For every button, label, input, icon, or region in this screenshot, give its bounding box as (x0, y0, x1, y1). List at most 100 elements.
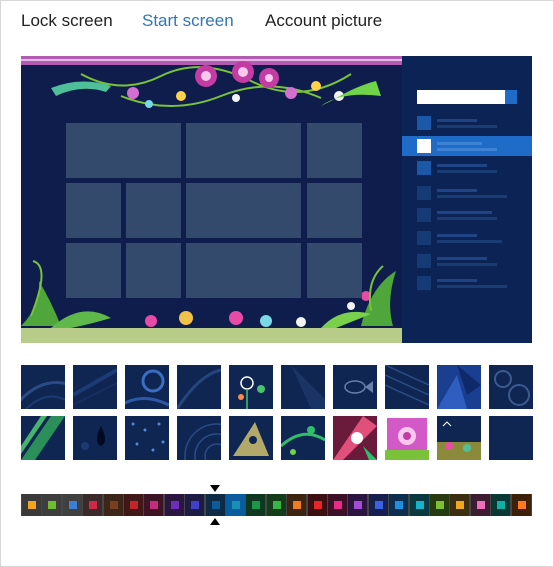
color-swatch[interactable] (83, 494, 103, 516)
color-swatch[interactable] (22, 494, 41, 516)
pattern-thumb-vines-green[interactable] (281, 416, 325, 460)
color-swatch[interactable] (348, 494, 368, 516)
color-swatch[interactable] (287, 494, 307, 516)
color-swatch-dot (109, 501, 118, 509)
color-swatch[interactable] (144, 494, 164, 516)
pattern-thumb-stripes-green[interactable] (21, 416, 65, 460)
color-swatch-dot (395, 501, 404, 509)
color-swatch[interactable] (226, 494, 245, 516)
preview-tile (126, 183, 181, 238)
tab-lock-screen[interactable]: Lock screen (21, 11, 113, 31)
color-selector-top-marker (210, 485, 220, 492)
pattern-thumb-flower-magenta[interactable] (385, 416, 429, 460)
color-swatch-dot (48, 501, 57, 509)
color-swatch[interactable] (491, 494, 511, 516)
color-swatch-dot (68, 501, 77, 509)
preview-tile (307, 123, 362, 178)
preview-list-item (417, 231, 517, 245)
preview-list-item (417, 161, 517, 175)
color-swatch[interactable] (307, 494, 327, 516)
pattern-thumb-gears-dark[interactable] (489, 365, 533, 409)
preview-list-item (417, 116, 517, 130)
pattern-thumb-lines-dark[interactable] (385, 365, 429, 409)
color-swatch-dot (170, 501, 179, 509)
pattern-thumb-swirl-blue[interactable] (125, 365, 169, 409)
preview-search-icon (505, 90, 517, 104)
color-swatch-dot (476, 501, 485, 509)
pattern-thumb-dinos-olive[interactable] (437, 416, 481, 460)
color-swatch[interactable] (368, 494, 388, 516)
color-swatch-dot (517, 501, 526, 509)
preview-tile (307, 243, 362, 298)
pattern-thumb-drops-dark[interactable] (73, 416, 117, 460)
color-swatch-dot (28, 501, 36, 509)
pattern-thumb-flower-pink[interactable] (333, 416, 377, 460)
preview-bottom-band (21, 328, 402, 343)
color-swatch-dot (334, 501, 342, 509)
preview-tile (186, 123, 301, 178)
color-swatch-dot (272, 501, 281, 509)
preview-tile (66, 123, 181, 178)
color-swatch[interactable] (470, 494, 490, 516)
preview-tile (126, 243, 181, 298)
pattern-thumb-plain-dark[interactable] (489, 416, 533, 460)
pattern-thumb-dots-dark[interactable] (125, 416, 169, 460)
preview-search-pane (402, 56, 532, 343)
color-swatch[interactable] (246, 494, 266, 516)
color-swatch-dot (456, 501, 465, 509)
color-swatch-dot (232, 501, 240, 509)
color-swatch[interactable] (389, 494, 409, 516)
color-swatch[interactable] (328, 494, 347, 516)
tab-account-picture[interactable]: Account picture (265, 11, 382, 31)
color-swatch-dot (252, 501, 261, 509)
color-swatch[interactable] (42, 494, 62, 516)
pattern-thumb-ribbon-dark[interactable] (73, 365, 117, 409)
color-swatch[interactable] (430, 494, 449, 516)
color-swatch-dot (211, 501, 220, 509)
color-swatch[interactable] (409, 494, 429, 516)
color-swatch-dot (436, 501, 444, 509)
color-swatch[interactable] (450, 494, 470, 516)
pattern-thumb-shards-blue[interactable] (437, 365, 481, 409)
pattern-thumb-arc-dark[interactable] (177, 365, 221, 409)
color-swatch-dot (497, 501, 506, 509)
tab-start-screen[interactable]: Start screen (142, 11, 234, 31)
preview-start-area (21, 56, 402, 343)
preview-list-item (417, 254, 517, 268)
pattern-thumb-swirl-dark[interactable] (21, 365, 65, 409)
preview-tile (66, 183, 121, 238)
color-swatch[interactable] (164, 494, 184, 516)
preview-list-item-selected (417, 139, 517, 153)
color-swatch[interactable] (185, 494, 205, 516)
color-swatch[interactable] (266, 494, 286, 516)
color-swatch[interactable] (62, 494, 82, 516)
color-swatch-dot (354, 501, 363, 509)
preview-tile (66, 243, 121, 298)
color-swatch-dot (89, 501, 98, 509)
preview-tile (307, 183, 362, 238)
color-swatch-dot (130, 501, 138, 509)
color-swatch-dot (293, 501, 302, 509)
color-swatch[interactable] (511, 494, 531, 516)
color-swatch-dot (150, 501, 159, 509)
pattern-thumb-dandelion-teal[interactable] (229, 365, 273, 409)
preview-list-item (417, 186, 517, 200)
preview-list-item (417, 208, 517, 222)
pattern-thumb-wave-dark[interactable] (281, 365, 325, 409)
preview-search-box (417, 90, 517, 104)
color-swatch[interactable] (124, 494, 143, 516)
start-screen-preview (21, 56, 532, 343)
preview-tile (186, 243, 301, 298)
color-swatch-dot (374, 501, 383, 509)
color-swatch-dot (415, 501, 424, 509)
pattern-thumb-bird-olive[interactable] (229, 416, 273, 460)
preview-tile (186, 183, 301, 238)
color-swatch[interactable] (205, 494, 225, 516)
pattern-thumb-rings-dark[interactable] (177, 416, 221, 460)
color-swatch-dot (191, 501, 200, 509)
color-swatch[interactable] (103, 494, 123, 516)
preview-list-item (417, 276, 517, 290)
color-picker-bar[interactable] (21, 494, 532, 516)
color-swatch-dot (313, 501, 322, 509)
pattern-thumb-fish-dark[interactable] (333, 365, 377, 409)
